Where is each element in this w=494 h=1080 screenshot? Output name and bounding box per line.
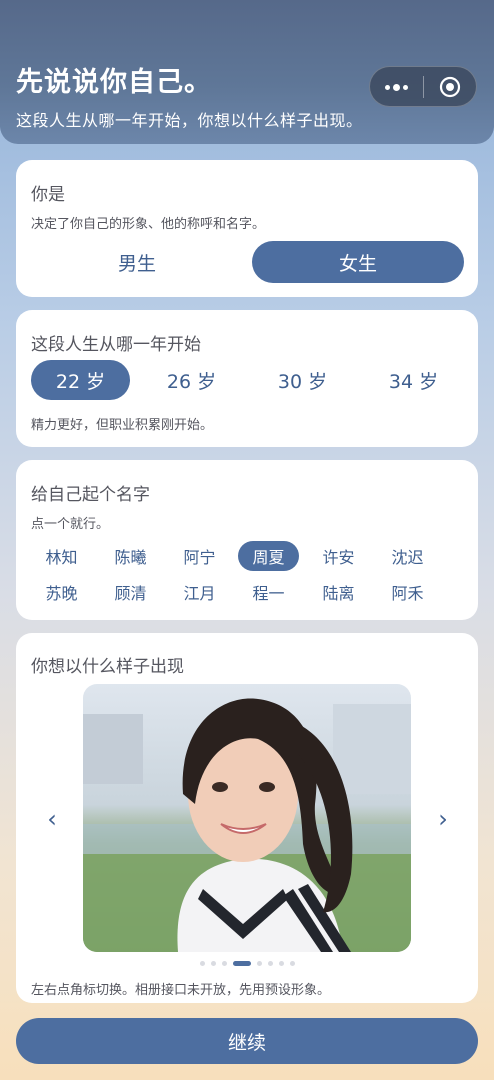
page-dot: [222, 961, 227, 966]
name-option[interactable]: 阿禾: [377, 577, 438, 607]
mini-program-capsule: [369, 66, 477, 107]
start-age-description: 精力更好，但职业积累刚开始。: [31, 418, 214, 433]
gender-card-hint: 决定了你自己的形象、他的称呼和名字。: [31, 217, 266, 232]
capsule-divider: [423, 76, 424, 98]
name-option[interactable]: 江月: [169, 577, 230, 607]
carousel-page-indicator: [200, 960, 300, 968]
name-option[interactable]: 顾清: [100, 577, 161, 607]
name-card-title: 给自己起个名字: [31, 485, 150, 505]
name-card: 给自己起个名字 点一个就行。 林知 陈曦 阿宁 周夏 许安 沈迟 苏晚 顾清 江…: [16, 460, 478, 620]
gender-card-title: 你是: [31, 185, 65, 205]
appearance-card: 你想以什么样子出现 ‹ › 左右点角标切换。相册接口未开放，先用预设形象。: [16, 633, 478, 1003]
page-title: 先说说你自己。: [16, 67, 212, 98]
name-option[interactable]: 阿宁: [169, 541, 230, 571]
page-subtitle: 这段人生从哪一年开始，你想以什么样子出现。: [16, 111, 363, 130]
start-age-card: 这段人生从哪一年开始 22 岁 26 岁 30 岁 34 岁 精力更好，但职业积…: [16, 310, 478, 447]
gender-option-female[interactable]: 女生: [252, 241, 464, 283]
name-option[interactable]: 沈迟: [377, 541, 438, 571]
name-card-hint: 点一个就行。: [31, 517, 110, 532]
page-dot: [211, 961, 216, 966]
appearance-note: 左右点角标切换。相册接口未开放，先用预设形象。: [31, 983, 331, 998]
name-option-selected[interactable]: 周夏: [238, 541, 299, 571]
age-option-34[interactable]: 34 岁: [364, 360, 463, 400]
page-dot: [257, 961, 262, 966]
page-header: 先说说你自己。 这段人生从哪一年开始，你想以什么样子出现。: [0, 0, 494, 144]
age-option-22[interactable]: 22 岁: [31, 360, 130, 400]
page-dot-active: [233, 961, 251, 966]
appearance-card-title: 你想以什么样子出现: [31, 657, 184, 677]
age-option-26[interactable]: 26 岁: [142, 360, 241, 400]
gender-option-male[interactable]: 男生: [31, 241, 243, 283]
continue-button[interactable]: 继续: [16, 1018, 478, 1064]
name-option[interactable]: 许安: [308, 541, 369, 571]
name-option[interactable]: 陈曦: [100, 541, 161, 571]
name-option[interactable]: 程一: [238, 577, 299, 607]
page-dot: [290, 961, 295, 966]
next-avatar-arrow-icon[interactable]: ›: [431, 805, 455, 833]
name-option[interactable]: 林知: [31, 541, 92, 571]
more-dots-icon[interactable]: [384, 80, 410, 94]
name-option[interactable]: 陆离: [308, 577, 369, 607]
start-age-card-title: 这段人生从哪一年开始: [31, 335, 201, 355]
target-circle-icon[interactable]: [439, 76, 461, 98]
avatar-photo: [83, 684, 411, 952]
age-option-30[interactable]: 30 岁: [253, 360, 352, 400]
prev-avatar-arrow-icon[interactable]: ‹: [40, 805, 64, 833]
page-dot: [279, 961, 284, 966]
page-dot: [268, 961, 273, 966]
page-dot: [200, 961, 205, 966]
gender-card: 你是 决定了你自己的形象、他的称呼和名字。 男生 女生: [16, 160, 478, 297]
name-option[interactable]: 苏晚: [31, 577, 92, 607]
